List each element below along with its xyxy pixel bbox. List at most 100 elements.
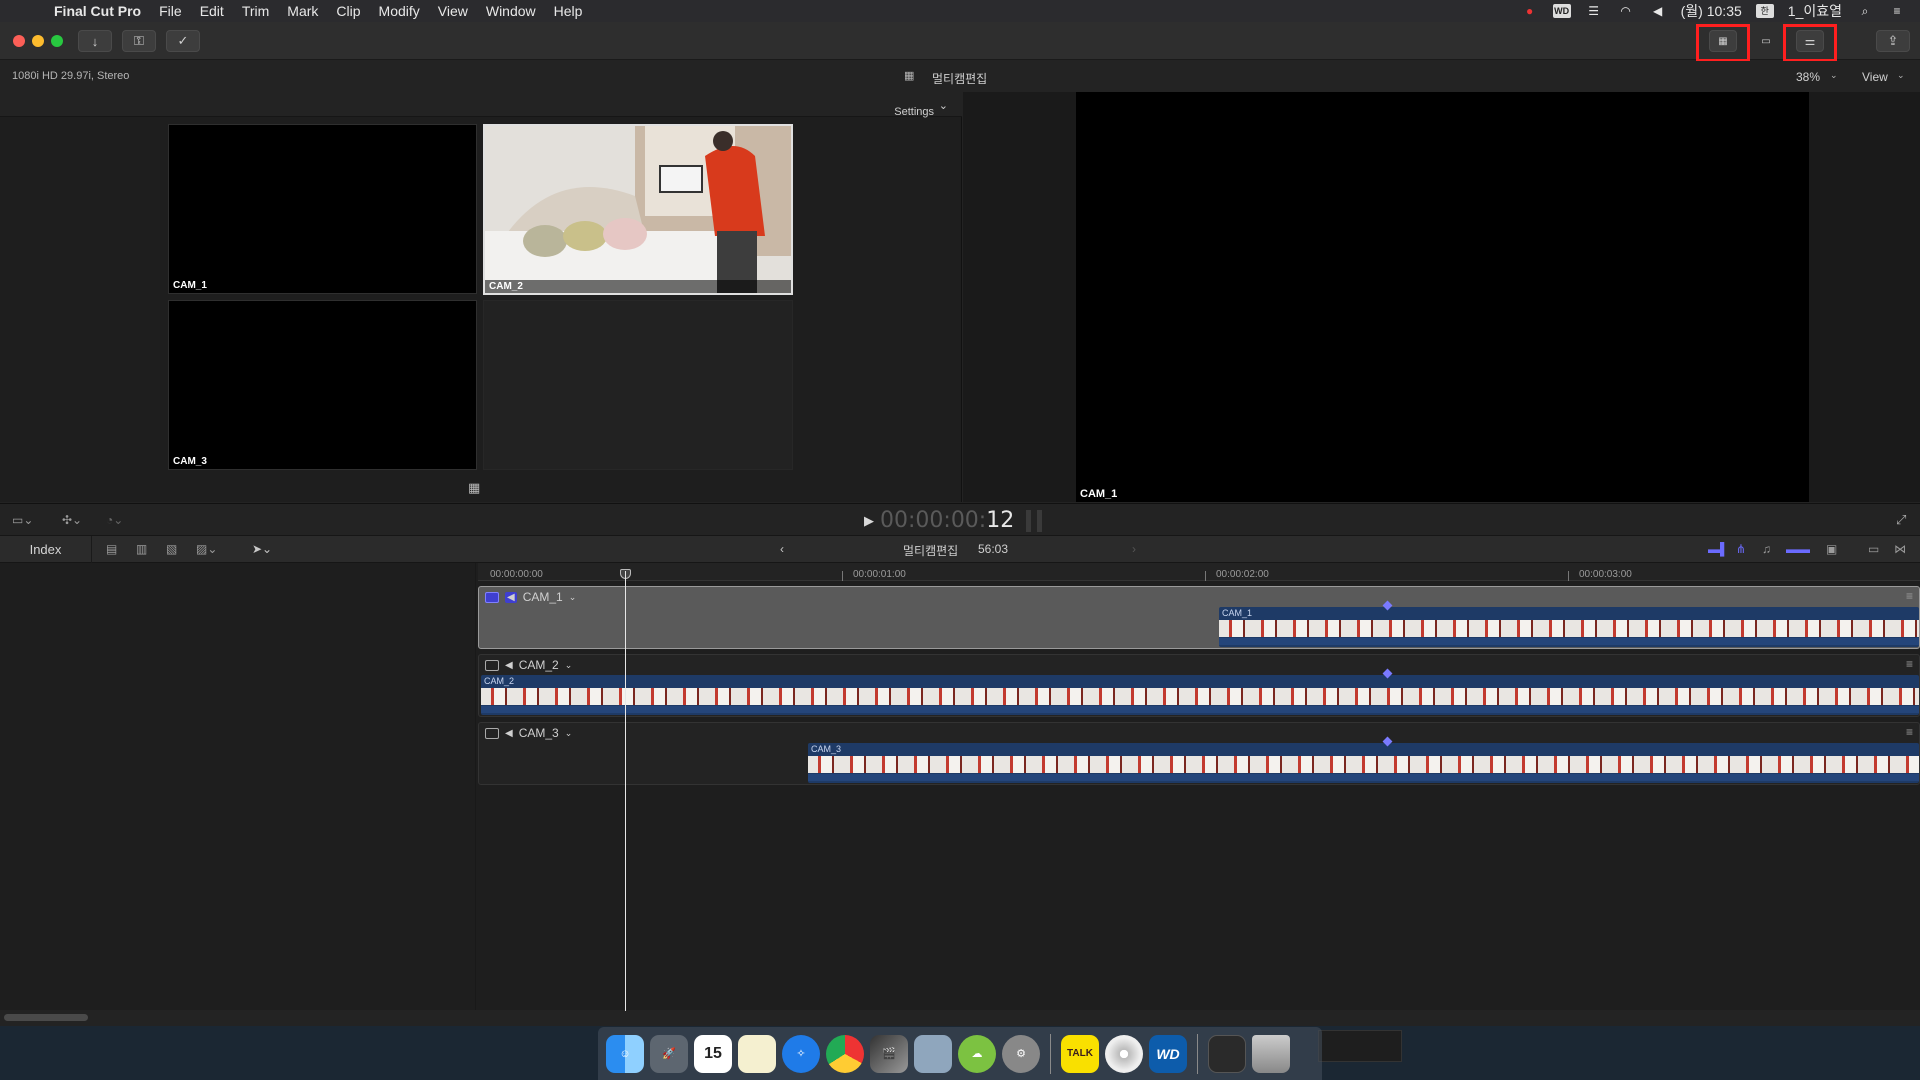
timeline-icon: ▭ bbox=[1761, 35, 1771, 47]
insert-clip-icon[interactable]: ▥ bbox=[136, 542, 147, 556]
clip-filmstrip bbox=[1219, 620, 1919, 637]
user-name[interactable]: 1_이효열 bbox=[1788, 1, 1842, 21]
audio-meter-icon[interactable] bbox=[1026, 510, 1042, 532]
timeline-toggle-button[interactable]: ▭ bbox=[1752, 30, 1780, 52]
menu-modify[interactable]: Modify bbox=[379, 3, 420, 19]
menu-app-name[interactable]: Final Cut Pro bbox=[54, 3, 141, 19]
forward-arrow-icon[interactable]: › bbox=[1132, 542, 1136, 556]
calendar-icon[interactable]: 15 bbox=[694, 1034, 732, 1073]
search-icon[interactable]: ⌕ bbox=[1856, 4, 1874, 18]
keyboard-icon[interactable]: 한 bbox=[1755, 4, 1774, 18]
lane-menu-icon[interactable]: ≡ bbox=[1906, 725, 1913, 739]
menu-view[interactable]: View bbox=[438, 3, 468, 19]
volume-icon[interactable]: ◀ bbox=[1649, 4, 1667, 18]
clock[interactable]: (월) 10:35 bbox=[1681, 1, 1742, 21]
angle-lane-cam3[interactable]: ◀ CAM_3 ⌄ ≡ CAM_3 bbox=[478, 722, 1920, 785]
append-clip-icon[interactable]: ▧ bbox=[166, 542, 177, 556]
final-cut-icon[interactable]: 🎬 bbox=[870, 1034, 908, 1073]
clip-appearance-switch-icon[interactable]: ▣ bbox=[1826, 542, 1837, 556]
lane-chevron-icon[interactable]: ⌄ bbox=[569, 592, 577, 603]
launchpad-icon[interactable]: 🚀 bbox=[650, 1034, 688, 1073]
trash-icon[interactable] bbox=[1252, 1034, 1290, 1073]
wifi-icon[interactable]: ◠ bbox=[1617, 4, 1635, 18]
lane-menu-icon[interactable]: ≡ bbox=[1906, 589, 1913, 603]
clip-cam3[interactable]: CAM_3 bbox=[808, 743, 1919, 783]
audio-speaker-icon[interactable]: ◀ bbox=[505, 728, 513, 739]
lane-chevron-icon[interactable]: ⌄ bbox=[565, 660, 573, 671]
preview-icon[interactable] bbox=[914, 1034, 952, 1073]
menu-window[interactable]: Window bbox=[486, 3, 536, 19]
angle-cam3[interactable]: CAM_3 bbox=[168, 300, 477, 470]
wd-app-icon[interactable]: WD bbox=[1149, 1034, 1187, 1073]
audio-skimming-icon[interactable]: ⋔ bbox=[1736, 542, 1746, 556]
menu-file[interactable]: File bbox=[159, 3, 182, 19]
overwrite-clip-icon[interactable]: ▨⌄ bbox=[196, 542, 217, 556]
playhead[interactable] bbox=[625, 571, 626, 1011]
angle-grid-icon[interactable]: ▦ bbox=[904, 69, 914, 82]
menu-mark[interactable]: Mark bbox=[287, 3, 318, 19]
transitions-browser-icon[interactable]: ⋈ bbox=[1894, 542, 1906, 556]
lane-label: CAM_3 bbox=[518, 726, 559, 740]
timeline-ruler[interactable]: 00:00:00:00 00:00:01:00 00:00:02:00 00:0… bbox=[478, 563, 1920, 581]
minimize-window-button[interactable] bbox=[32, 35, 44, 47]
menu-edit[interactable]: Edit bbox=[200, 3, 224, 19]
finder-icon[interactable]: ☺ bbox=[606, 1034, 644, 1073]
keywords-button[interactable]: ⚿ bbox=[122, 30, 156, 52]
effects-browser-icon[interactable]: ▭ bbox=[1868, 542, 1879, 556]
chrome-icon[interactable] bbox=[826, 1034, 864, 1073]
solo-icon[interactable]: ♫ bbox=[1762, 542, 1771, 556]
wd-icon[interactable]: WD bbox=[1552, 4, 1571, 18]
fullscreen-icon[interactable]: ⤢ bbox=[1896, 512, 1906, 528]
angle-settings-button[interactable]: Settings ⌄ bbox=[894, 99, 948, 118]
angle-cam1[interactable]: CAM_1 bbox=[168, 124, 477, 294]
import-button[interactable]: ↓ bbox=[78, 30, 112, 52]
skimming-icon[interactable]: ▬▌ bbox=[1708, 542, 1729, 556]
system-preferences-icon[interactable]: ⚙ bbox=[1002, 1034, 1040, 1073]
notes-icon[interactable] bbox=[738, 1034, 776, 1073]
safari-icon[interactable]: ✧ bbox=[782, 1034, 820, 1073]
share-button[interactable]: ⇪ bbox=[1876, 30, 1910, 52]
list-icon[interactable]: ≡ bbox=[1888, 4, 1906, 18]
transform-tool-icon[interactable]: ✣⌄ bbox=[62, 513, 82, 527]
speed-icon[interactable]: ◔⌄ bbox=[106, 513, 123, 527]
background-tasks-button[interactable]: ✓ bbox=[166, 30, 200, 52]
play-button[interactable]: ▶ bbox=[864, 513, 874, 529]
timeline-scrollbar[interactable] bbox=[4, 1014, 88, 1021]
clip-cam1[interactable]: CAM_1 bbox=[1219, 607, 1919, 647]
cloud-download-icon[interactable]: ☁ bbox=[958, 1034, 996, 1073]
angle-bank-icon[interactable]: ▦ bbox=[468, 480, 480, 496]
menu-trim[interactable]: Trim bbox=[242, 3, 269, 19]
dvd-player-icon[interactable] bbox=[1105, 1034, 1143, 1073]
view-chevron-icon[interactable]: ⌄ bbox=[1897, 70, 1905, 81]
audio-speaker-icon[interactable]: ◀ bbox=[505, 591, 517, 603]
back-arrow-icon[interactable]: ‹ bbox=[780, 542, 784, 556]
zoom-popup[interactable]: 38% bbox=[1796, 70, 1820, 84]
notification-icon[interactable]: ● bbox=[1521, 4, 1539, 18]
viewer-frame[interactable]: CAM_1 bbox=[1076, 92, 1809, 502]
close-window-button[interactable] bbox=[13, 35, 25, 47]
angle-cam2[interactable]: CAM_2 bbox=[483, 124, 793, 295]
snapping-icon[interactable]: ▬▬ bbox=[1786, 542, 1810, 556]
timecode-display[interactable]: 00:00:00:12 bbox=[880, 508, 1014, 533]
kakaotalk-icon[interactable]: TALK bbox=[1061, 1034, 1099, 1073]
angle-lane-cam1[interactable]: ◀ CAM_1 ⌄ ≡ CAM_1 bbox=[478, 586, 1920, 649]
audio-speaker-icon[interactable]: ◀ bbox=[505, 660, 513, 671]
zoom-window-button[interactable] bbox=[51, 35, 63, 47]
drive-icon[interactable]: ☰ bbox=[1585, 4, 1603, 18]
angle-lane-cam2[interactable]: ◀ CAM_2 ⌄ ≡ CAM_2 bbox=[478, 654, 1920, 717]
lane-menu-icon[interactable]: ≡ bbox=[1906, 657, 1913, 671]
select-tool-icon[interactable]: ➤⌄ bbox=[252, 542, 272, 556]
timeline-index-button[interactable]: Index bbox=[0, 536, 92, 563]
video-monitor-icon[interactable] bbox=[485, 659, 499, 671]
lane-chevron-icon[interactable]: ⌄ bbox=[565, 728, 573, 739]
clip-cam2[interactable]: CAM_2 bbox=[481, 675, 1919, 715]
menu-clip[interactable]: Clip bbox=[336, 3, 360, 19]
downloads-stack-icon[interactable] bbox=[1208, 1034, 1246, 1073]
connect-clip-icon[interactable]: ▤ bbox=[106, 542, 117, 556]
zoom-chevron-icon[interactable]: ⌄ bbox=[1830, 70, 1838, 81]
menu-help[interactable]: Help bbox=[554, 3, 583, 19]
view-popup[interactable]: View bbox=[1862, 70, 1888, 84]
video-monitor-icon[interactable] bbox=[485, 727, 499, 739]
clip-appearance-icon[interactable]: ▭⌄ bbox=[12, 513, 33, 527]
video-monitor-icon[interactable] bbox=[485, 591, 499, 603]
